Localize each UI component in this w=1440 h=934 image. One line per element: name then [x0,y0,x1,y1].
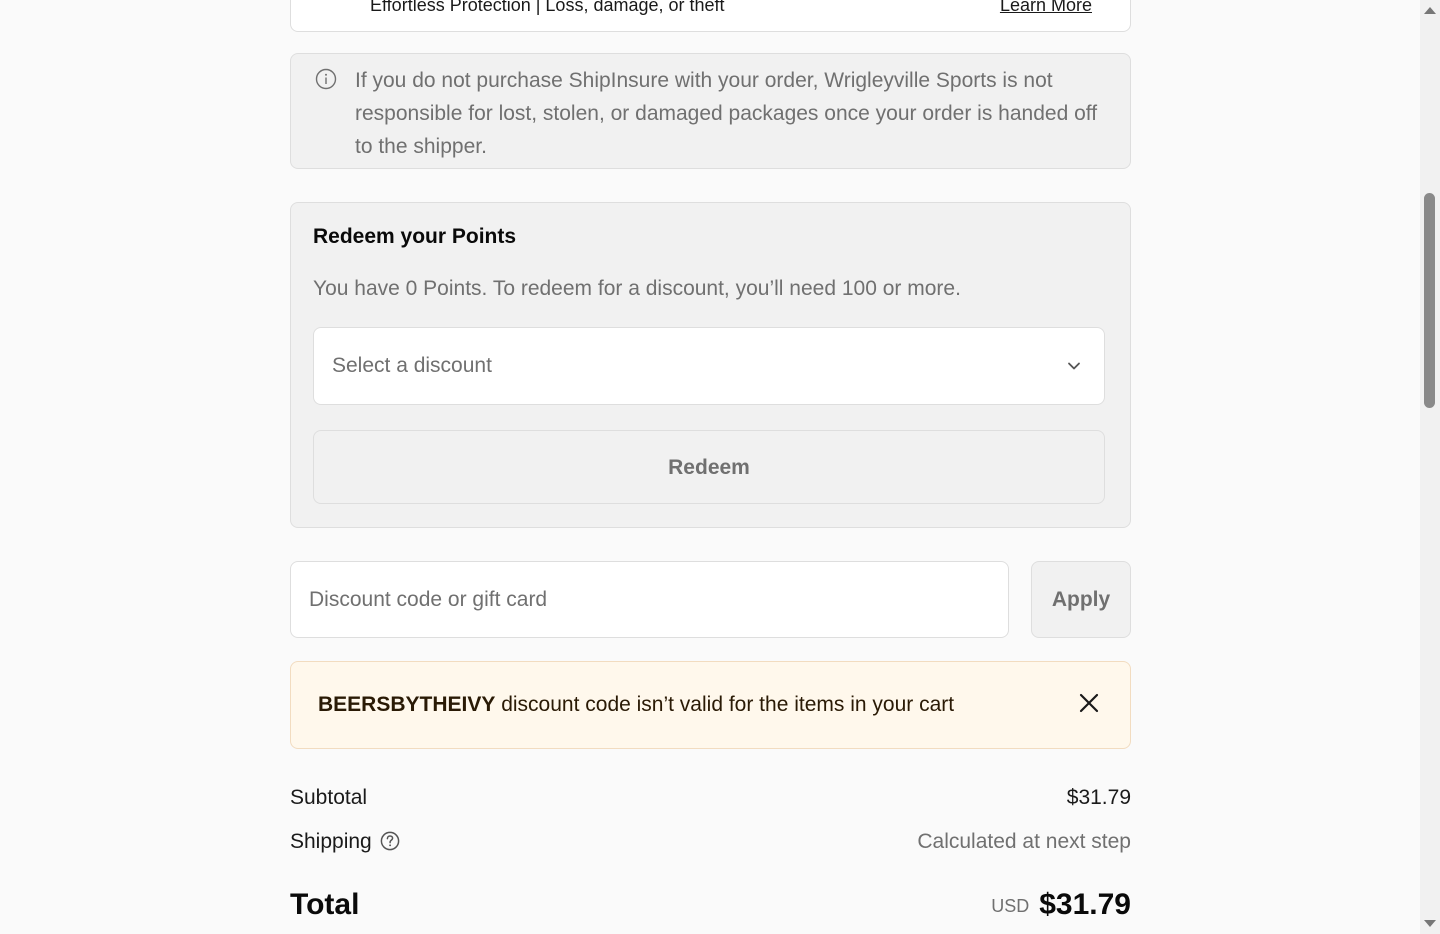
shipping-label: Shipping [290,830,372,853]
shipinsure-notice: If you do not purchase ShipInsure with y… [290,53,1131,169]
subtotal-label: Subtotal [290,786,368,809]
shipping-label-wrap: Shipping [290,830,400,854]
shipping-protection-box: Effortless Protection | Loss, damage, or… [290,0,1131,32]
banner-message-text: discount code isn’t valid for the items … [495,693,955,716]
question-circle-icon[interactable] [380,831,400,851]
subtotal-value: $31.79 [1066,786,1131,809]
apply-button[interactable]: Apply [1031,561,1131,638]
points-description: You have 0 Points. To redeem for a disco… [313,277,961,300]
scroll-down-arrow-icon[interactable] [1424,920,1436,927]
discount-select-label: Select a discount [332,354,492,377]
discount-error-banner: BEERSBYTHEIVY discount code isn’t valid … [290,661,1131,749]
chevron-down-icon [1068,362,1080,370]
close-icon[interactable] [1078,692,1100,714]
notice-text: If you do not purchase ShipInsure with y… [355,69,1098,158]
info-circle-icon [315,68,337,90]
total-value-wrap: USD $31.79 [991,888,1131,922]
redeem-points-panel: Redeem your Points You have 0 Points. To… [290,202,1131,528]
points-title: Redeem your Points [313,225,517,248]
total-label: Total [290,888,360,921]
redeem-button[interactable]: Redeem [313,430,1105,504]
scroll-up-arrow-icon[interactable] [1424,7,1436,14]
page-scrollbar[interactable] [1420,0,1440,934]
banner-message: BEERSBYTHEIVY discount code isn’t valid … [318,693,954,717]
protection-text: Effortless Protection | Loss, damage, or… [370,0,725,15]
discount-code-input[interactable] [290,561,1009,638]
discount-select[interactable]: Select a discount [313,327,1105,405]
shipping-value: Calculated at next step [917,830,1131,853]
total-currency: USD [991,896,1030,916]
scrollbar-thumb[interactable] [1424,193,1435,408]
learn-more-link[interactable]: Learn More [1000,0,1092,16]
total-amount: $31.79 [1039,888,1131,921]
checkout-page: Effortless Protection | Loss, damage, or… [0,0,1440,934]
banner-discount-code: BEERSBYTHEIVY [318,693,496,716]
